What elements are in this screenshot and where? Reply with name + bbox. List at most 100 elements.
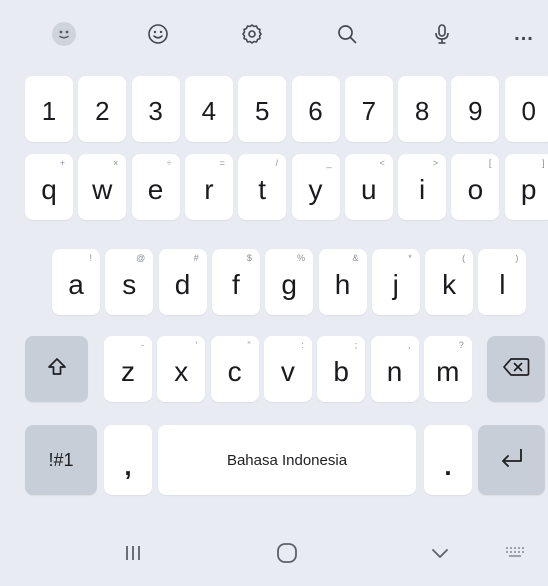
key-m[interactable]: ? m: [423, 336, 472, 402]
backspace-icon: [502, 357, 530, 382]
enter-key[interactable]: [478, 425, 545, 495]
key-v[interactable]: :v: [263, 336, 312, 402]
key-0[interactable]: 0: [504, 76, 548, 142]
key-label: 6: [308, 95, 323, 126]
key-p[interactable]: ] p: [504, 154, 548, 220]
settings-gear-icon[interactable]: [230, 12, 274, 56]
keyboard-toolbar: ...: [0, 0, 548, 64]
key-g[interactable]: % g: [265, 249, 314, 315]
key-1[interactable]: 1: [25, 76, 73, 142]
key-w[interactable]: × w: [78, 154, 127, 220]
key-hint: ;: [354, 340, 358, 350]
key-l[interactable]: ) l: [478, 249, 527, 315]
key-s[interactable]: @ s: [105, 249, 154, 315]
key-y[interactable]: _ y: [291, 154, 340, 220]
key-n[interactable]: ,n: [370, 336, 419, 402]
key-hint: &: [352, 253, 359, 263]
key-t[interactable]: / t: [238, 154, 287, 220]
key-label: b: [333, 356, 349, 387]
key-r[interactable]: = r: [184, 154, 233, 220]
key-label: g: [281, 269, 297, 300]
key-hint: #: [193, 253, 199, 263]
key-hint: _: [326, 158, 332, 168]
key-a[interactable]: ! a: [52, 249, 100, 315]
key-label: f: [232, 269, 240, 300]
enter-return-icon: [498, 446, 526, 475]
key-i[interactable]: > i: [398, 154, 447, 220]
key-k[interactable]: (k: [425, 249, 474, 315]
key-u[interactable]: < u: [344, 154, 393, 220]
key-hint: /: [275, 158, 279, 168]
space-key[interactable]: Bahasa Indonesia: [158, 425, 416, 495]
key-hint: -: [141, 340, 144, 350]
key-label: d: [174, 269, 191, 300]
navigation-bar: [0, 520, 548, 586]
key-j[interactable]: * j: [371, 249, 420, 315]
key-f[interactable]: $ f: [211, 249, 260, 315]
key-hint: ?: [458, 340, 464, 350]
key-hint: ): [515, 253, 519, 263]
key-hint: :: [301, 340, 304, 350]
key-label: 0: [521, 95, 536, 126]
key-label: 5: [254, 95, 270, 126]
key-label: 1: [41, 95, 57, 126]
key-label: 7: [361, 95, 377, 126]
key-hint: >: [432, 158, 439, 168]
key-c[interactable]: " c: [210, 336, 259, 402]
key-label: l: [499, 269, 506, 300]
shift-arrow-icon: [46, 356, 68, 383]
key-e[interactable]: ÷ e: [131, 154, 180, 220]
key-z[interactable]: -z: [104, 336, 152, 402]
more-icon[interactable]: ...: [502, 12, 546, 56]
key-label: e: [147, 174, 164, 205]
comma-key[interactable]: ,: [104, 425, 152, 495]
symbols-key[interactable]: !#1: [25, 425, 97, 495]
key-label: y: [308, 174, 323, 205]
period-key[interactable]: .: [424, 425, 472, 495]
key-q[interactable]: + q: [25, 154, 73, 220]
key-label: p: [520, 174, 537, 205]
period-label: .: [444, 450, 452, 481]
smiley-icon[interactable]: [136, 12, 180, 56]
key-4[interactable]: 4: [184, 76, 233, 142]
key-hint: +: [59, 158, 65, 168]
key-b[interactable]: ; b: [317, 336, 366, 402]
key-hint: =: [219, 158, 225, 168]
key-label: s: [122, 269, 137, 300]
key-label: x: [174, 356, 189, 387]
key-label: t: [258, 174, 267, 205]
emoji-face-icon[interactable]: [42, 12, 86, 56]
microphone-icon[interactable]: [420, 12, 464, 56]
key-label: 2: [95, 95, 110, 126]
home-icon[interactable]: [247, 520, 327, 586]
key-6[interactable]: 6: [291, 76, 340, 142]
key-3[interactable]: 3: [131, 76, 180, 142]
key-o[interactable]: [o: [451, 154, 500, 220]
key-2[interactable]: 2: [78, 76, 127, 142]
key-label: w: [92, 174, 113, 205]
key-9[interactable]: 9: [451, 76, 500, 142]
key-hint: *: [408, 253, 412, 263]
key-8[interactable]: 8: [398, 76, 447, 142]
key-label: 4: [201, 95, 217, 126]
key-label: a: [68, 269, 84, 300]
key-label: z: [121, 356, 135, 387]
backspace-key[interactable]: [487, 336, 545, 402]
key-hint: ": [247, 340, 251, 350]
key-d[interactable]: # d: [158, 249, 207, 315]
keyboard-switch-icon[interactable]: [486, 520, 546, 586]
key-hint: (: [462, 253, 466, 263]
symbols-label: !#1: [48, 449, 74, 470]
recent-apps-icon[interactable]: [93, 520, 173, 586]
key-7[interactable]: 7: [344, 76, 393, 142]
comma-label: ,: [124, 450, 132, 481]
shift-key[interactable]: [25, 336, 88, 402]
search-icon[interactable]: [325, 12, 369, 56]
back-chevron-icon[interactable]: [400, 520, 480, 586]
key-label: j: [392, 269, 399, 300]
key-5[interactable]: 5: [238, 76, 287, 142]
key-h[interactable]: & h: [318, 249, 367, 315]
key-hint: ÷: [166, 158, 172, 168]
key-hint: <: [379, 158, 385, 168]
key-x[interactable]: ' x: [157, 336, 206, 402]
